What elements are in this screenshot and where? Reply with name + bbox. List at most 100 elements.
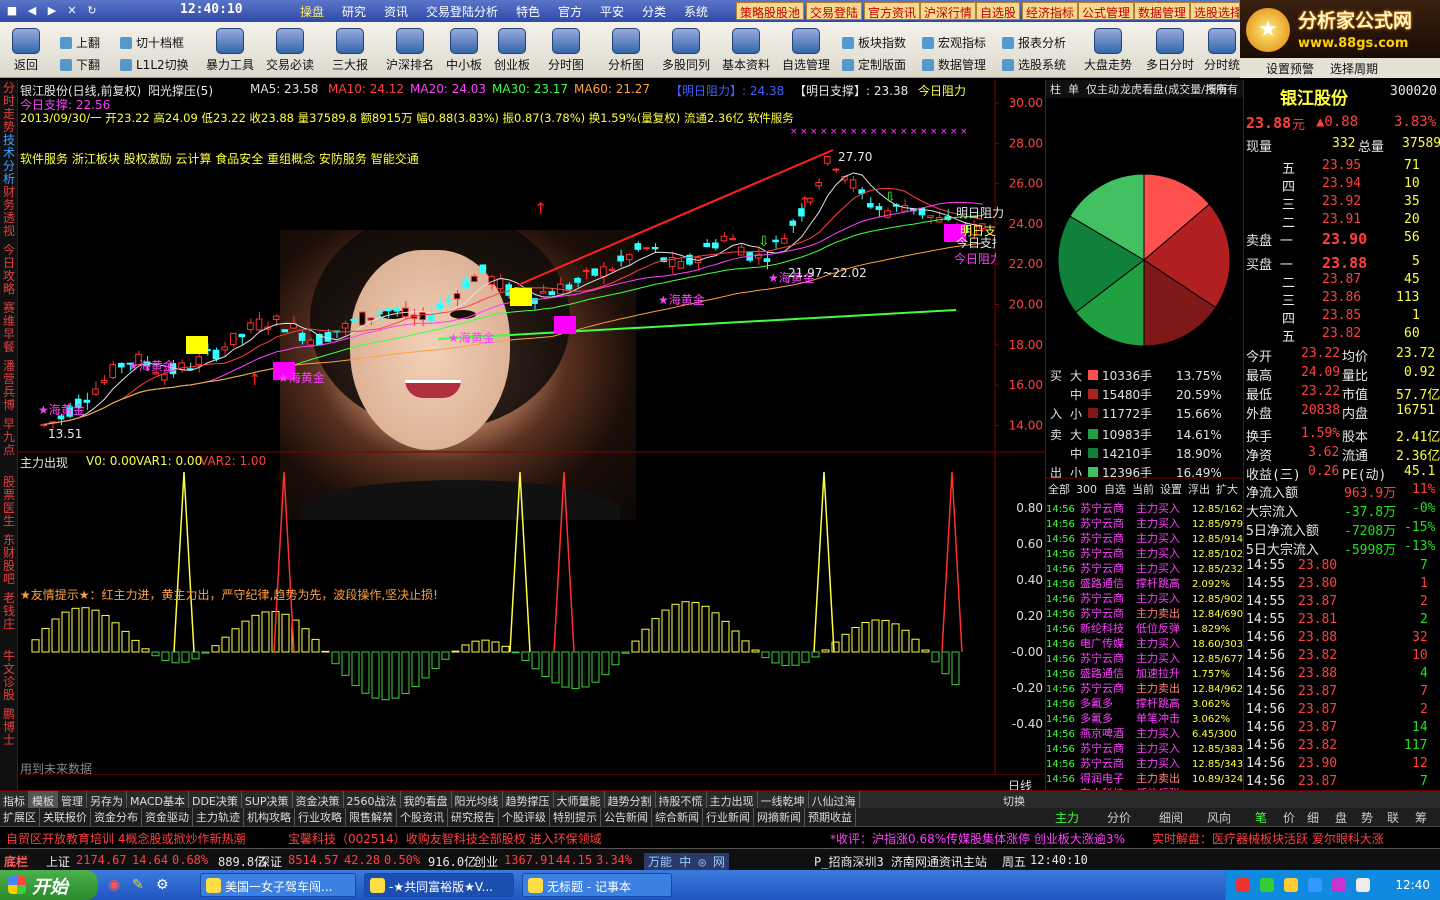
l1l2-switch-button[interactable]: L1L2切换: [120, 56, 189, 73]
hot-menu-button[interactable]: 交易登陆: [806, 2, 863, 20]
menu-item[interactable]: 操盘: [300, 3, 324, 20]
violence-tool-button[interactable]: 暴力工具: [204, 28, 256, 73]
watchlist-manage-button[interactable]: 自选管理: [780, 28, 832, 73]
hot-menu-button[interactable]: 公式管理: [1078, 2, 1135, 20]
task-notepad[interactable]: 无标题 - 记事本: [522, 873, 672, 897]
task-browser[interactable]: 美国一女子驾车闯...: [200, 873, 356, 897]
back-button[interactable]: 返回: [8, 28, 44, 73]
right-tab[interactable]: 主力: [1055, 809, 1079, 826]
app-icon[interactable]: ■: [4, 3, 20, 19]
extension-tab[interactable]: 公告新闻: [601, 808, 652, 826]
news-item[interactable]: *收评：沪指涨0.68%传媒股集体涨停 创业板大涨逾3%: [830, 830, 1125, 847]
flow-tab[interactable]: 全部: [1048, 482, 1070, 496]
flow-tab[interactable]: 300: [1076, 483, 1097, 496]
task-trading-app[interactable]: -★共同富裕版★V...: [364, 873, 514, 897]
right-tab[interactable]: 势: [1361, 809, 1373, 826]
menu-item[interactable]: 特色: [516, 3, 540, 20]
sidebar-tab-6[interactable]: 早九点: [1, 418, 17, 474]
tray-icon[interactable]: [1332, 878, 1346, 892]
flow-tab[interactable]: 浮出: [1188, 482, 1210, 496]
menu-item[interactable]: 交易登陆分析: [426, 3, 498, 20]
gem-board-button[interactable]: 创业板: [490, 28, 534, 73]
tray-icon[interactable]: [1260, 878, 1274, 892]
hot-menu-button[interactable]: 策略股股池: [736, 2, 805, 20]
three-reports-button[interactable]: 三大报: [324, 28, 376, 73]
right-tab[interactable]: 细: [1307, 809, 1319, 826]
extension-tab[interactable]: 关联报价: [40, 808, 91, 826]
sidebar-tab-5[interactable]: 潘营兵博: [1, 360, 17, 416]
sme-board-button[interactable]: 中小板: [442, 28, 486, 73]
right-tab[interactable]: 筹: [1415, 809, 1427, 826]
right-tab[interactable]: 价: [1283, 809, 1295, 826]
intraday-button[interactable]: 分时图: [544, 28, 588, 73]
extension-tab[interactable]: 个股评级: [499, 808, 550, 826]
pie-tab[interactable]: 所有: [1206, 82, 1228, 96]
extension-tab[interactable]: 预期收益: [805, 808, 856, 826]
refresh-icon[interactable]: ↻: [84, 3, 100, 19]
select-period-button[interactable]: 选择周期: [1330, 60, 1378, 77]
data-manage-button[interactable]: 数据管理: [922, 56, 986, 73]
news-item[interactable]: 实时解盘：医疗器械板块活跃 爱尔眼科大涨: [1152, 830, 1384, 847]
tray-icon[interactable]: [1308, 878, 1322, 892]
sidebar-tab-3[interactable]: 今日攻略: [1, 244, 17, 300]
hot-menu-button[interactable]: 自选股: [976, 2, 1021, 20]
multi-stock-button[interactable]: 多股同列: [660, 28, 712, 73]
right-tab[interactable]: 联: [1387, 809, 1399, 826]
stock-picker-button[interactable]: 选股系统: [1002, 56, 1066, 73]
ten-level-button[interactable]: 切十档框: [120, 34, 184, 51]
menu-item[interactable]: 资讯: [384, 3, 408, 20]
quicklaunch-icon[interactable]: ⚙: [156, 877, 169, 893]
custom-layout-button[interactable]: 定制版面: [842, 56, 906, 73]
analysis-chart-button[interactable]: 分析图: [604, 28, 648, 73]
hot-menu-button[interactable]: 经济指标: [1022, 2, 1079, 20]
tray-icon[interactable]: [1356, 878, 1370, 892]
extension-tab[interactable]: 资金驱动: [142, 808, 193, 826]
extension-tab[interactable]: 资金分布: [91, 808, 142, 826]
sidebar-tab-4[interactable]: 赛维早餐: [1, 302, 17, 358]
extension-tab[interactable]: 特别提示: [550, 808, 601, 826]
kline-chart[interactable]: 30.00 28.00 26.00 24.00 22.00 20.00 18.00 16.00…: [18, 80, 1045, 793]
pie-tab[interactable]: 柱: [1050, 82, 1061, 96]
pie-tab[interactable]: 仅主动: [1086, 83, 1119, 96]
sidebar-tab-0[interactable]: 分时走势: [1, 82, 17, 134]
right-tab[interactable]: 细阅: [1159, 809, 1183, 826]
sidebar-tab-1[interactable]: 技术分析: [1, 134, 17, 186]
multi-day-button[interactable]: 多日分时: [1144, 28, 1196, 73]
extension-tab[interactable]: 行业新闻: [703, 808, 754, 826]
flow-tab[interactable]: 设置: [1160, 483, 1182, 496]
extension-tab[interactable]: 研究报告: [448, 808, 499, 826]
menu-item[interactable]: 系统: [684, 3, 708, 20]
extension-tab[interactable]: 综合新闻: [652, 808, 703, 826]
tray-icon[interactable]: [1236, 878, 1250, 892]
menu-item[interactable]: 分类: [642, 3, 666, 20]
report-analysis-button[interactable]: 报表分析: [1002, 34, 1066, 51]
right-tab[interactable]: 分价: [1107, 809, 1131, 826]
extension-tab[interactable]: 机构攻略: [244, 808, 295, 826]
right-tab[interactable]: 笔: [1255, 809, 1267, 826]
flow-tab[interactable]: 自选: [1104, 483, 1126, 496]
sidebar-tab-8[interactable]: 东财股吧: [1, 534, 17, 590]
flow-tab[interactable]: 扩大: [1216, 482, 1238, 496]
news-item[interactable]: 宝馨科技（002514）收购友智科技全部股权 进入环保领域: [288, 830, 602, 847]
back-icon[interactable]: ◀: [24, 3, 40, 19]
sector-index-button[interactable]: 板块指数: [842, 34, 906, 51]
ranking-button[interactable]: 沪深排名: [384, 28, 436, 73]
extension-tab[interactable]: 行业攻略: [295, 808, 346, 826]
extension-tab[interactable]: 个股资讯: [397, 808, 448, 826]
set-alert-button[interactable]: 设置预警: [1266, 60, 1314, 77]
sidebar-tab-7[interactable]: 股票医生: [1, 476, 17, 532]
pie-tab[interactable]: 单: [1068, 83, 1079, 96]
market-trend-button[interactable]: 大盘走势: [1082, 28, 1134, 73]
basic-info-button[interactable]: 基本资料: [720, 28, 772, 73]
trading-guide-button[interactable]: 交易必读: [264, 28, 316, 73]
sidebar-tab-11[interactable]: 鹏博士: [1, 708, 17, 764]
extension-tab[interactable]: 扩展区: [0, 808, 40, 826]
macro-indicator-button[interactable]: 宏观指标: [922, 34, 986, 51]
hot-menu-button[interactable]: 选股选择: [1190, 2, 1240, 20]
menu-item[interactable]: 官方: [558, 3, 582, 20]
close-icon[interactable]: ✕: [64, 3, 80, 19]
page-up-button[interactable]: 上翻: [60, 34, 100, 51]
right-tab[interactable]: 风向: [1207, 809, 1231, 826]
menu-item[interactable]: 研究: [342, 3, 366, 20]
hot-menu-button[interactable]: 官方资讯: [864, 2, 921, 20]
